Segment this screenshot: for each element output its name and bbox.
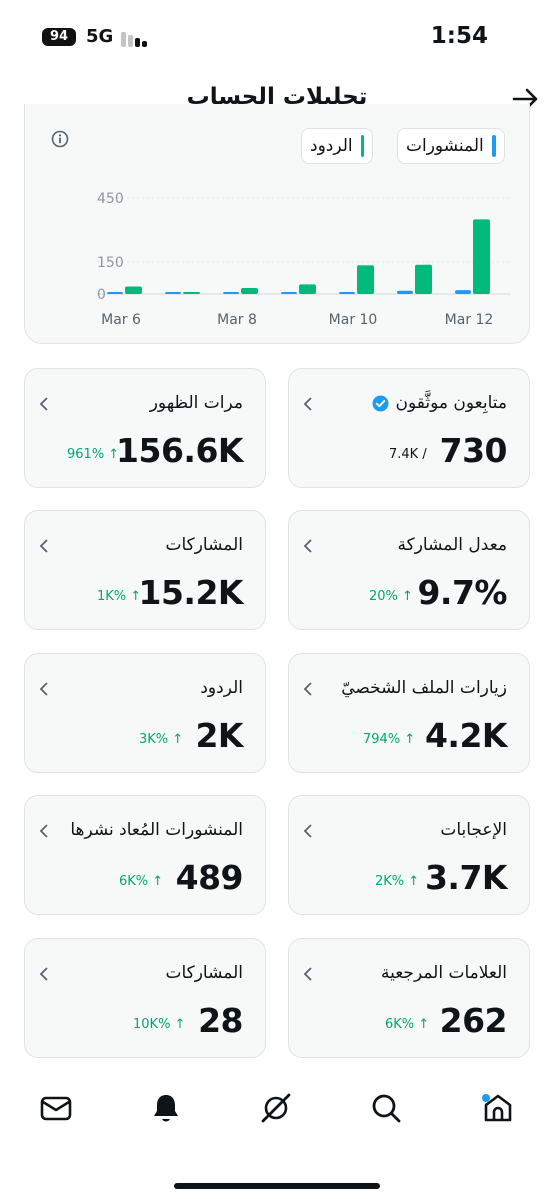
stat-delta: 1K% ↑	[97, 589, 142, 604]
notification-dot	[482, 1094, 490, 1102]
bar-posts	[339, 292, 355, 294]
stat-card-likes[interactable]: الإعجابات 3.7K 2K% ↑	[288, 795, 530, 915]
chevron-left-icon	[303, 824, 312, 838]
stat-card-profile-visits[interactable]: زيارات الملف الشخصيّ 4.2K 794% ↑	[288, 653, 530, 773]
bar-posts	[107, 292, 123, 294]
chevron-left-icon	[39, 539, 48, 553]
bar-posts	[165, 292, 181, 294]
stat-value: 2K	[195, 716, 243, 755]
stat-value: 489	[175, 858, 244, 897]
y-tick-label: 0	[97, 287, 106, 303]
stat-card-engagement-rate[interactable]: معدل المشاركة 9.7% 20% ↑	[288, 510, 530, 630]
bar-replies	[299, 284, 316, 294]
chevron-left-icon	[303, 539, 312, 553]
bar-posts	[281, 292, 297, 294]
x-tick-label: Mar 8	[217, 312, 257, 328]
stat-delta: 10K% ↑	[133, 1017, 186, 1032]
stat-value: 730	[439, 431, 508, 470]
stat-value: 9.7%	[417, 573, 507, 612]
stat-value: 4.2K	[424, 716, 508, 755]
legend-replies[interactable]: الردود	[301, 128, 373, 164]
stat-value: 15.2K	[138, 573, 244, 612]
stat-card-shares[interactable]: المشاركات 28 10K% ↑	[24, 938, 266, 1058]
stat-delta: 6K% ↑	[385, 1017, 430, 1032]
stat-label: متابِعون موثَّقون	[395, 393, 507, 413]
bell-icon[interactable]	[146, 1088, 186, 1128]
stat-value: 3.7K	[424, 858, 508, 897]
stat-card-engagements[interactable]: المشاركات 15.2K 1K% ↑	[24, 510, 266, 630]
bar-replies	[357, 265, 374, 294]
chevron-left-icon	[39, 682, 48, 696]
status-time: 1:54	[430, 23, 488, 49]
legend-replies-label: الردود	[310, 136, 353, 156]
signal-icon	[121, 31, 151, 47]
stat-card-replies[interactable]: الردود 2K 3K% ↑	[24, 653, 266, 773]
bar-replies	[415, 264, 432, 294]
posts-swatch	[491, 135, 496, 157]
stat-label: المشاركات	[165, 963, 243, 983]
chart-card: المنشورات الردود 450 150 0 Mar 6 Mar 8 Mar 10…	[24, 104, 530, 344]
battery-indicator: 94	[42, 28, 76, 46]
stat-delta: 20% ↑	[369, 589, 413, 604]
stat-delta: 794% ↑	[363, 732, 416, 747]
stat-delta: 961% ↑	[67, 447, 120, 462]
chevron-left-icon	[303, 682, 312, 696]
chevron-left-icon	[303, 967, 312, 981]
x-tick-label: Mar 6	[101, 312, 141, 328]
search-icon[interactable]	[366, 1088, 406, 1128]
network-type: 5G	[86, 26, 114, 47]
replies-swatch	[360, 135, 364, 157]
bar-replies	[241, 288, 258, 294]
bar-posts	[397, 290, 413, 294]
stat-total: 7.4K /	[389, 447, 427, 462]
bar-posts	[455, 290, 471, 294]
bar-replies	[183, 292, 200, 294]
stat-delta: 3K% ↑	[139, 732, 184, 747]
stat-label: المنشورات المُعاد نشرها	[70, 820, 243, 840]
info-icon[interactable]	[51, 130, 69, 148]
stat-value: 262	[439, 1001, 508, 1040]
stat-card-impressions[interactable]: مرات الظهور 156.6K 961% ↑	[24, 368, 266, 488]
grok-icon[interactable]	[256, 1088, 296, 1128]
stat-delta: 2K% ↑	[375, 874, 420, 889]
chevron-left-icon	[39, 967, 48, 981]
legend-posts[interactable]: المنشورات	[397, 128, 505, 164]
stat-label: الردود	[200, 678, 243, 698]
stat-card-reposts[interactable]: المنشورات المُعاد نشرها 489 6K% ↑	[24, 795, 266, 915]
x-tick-label: Mar 10	[329, 312, 378, 328]
stat-label: المشاركات	[165, 535, 243, 555]
chevron-left-icon	[303, 397, 312, 411]
stat-label: زيارات الملف الشخصيّ	[341, 678, 507, 698]
y-tick-label: 150	[97, 255, 124, 271]
stat-card-bookmarks[interactable]: العلامات المرجعية 262 6K% ↑	[288, 938, 530, 1058]
stat-delta: 6K% ↑	[119, 874, 164, 889]
stat-card-verified-followers[interactable]: متابِعون موثَّقون 730 7.4K /	[288, 368, 530, 488]
bar-replies	[125, 286, 142, 294]
engagement-chart: 450 150 0 Mar 6 Mar 8 Mar 10 Mar 12	[97, 191, 511, 328]
stat-value: 156.6K	[116, 431, 243, 470]
stat-label: مرات الظهور	[149, 393, 243, 413]
bottom-nav	[0, 1088, 554, 1148]
stat-label: معدل المشاركة	[397, 535, 507, 555]
x-tick-label: Mar 12	[445, 312, 494, 328]
y-tick-label: 450	[97, 191, 124, 207]
stat-label: العلامات المرجعية	[380, 963, 507, 983]
chevron-left-icon	[39, 824, 48, 838]
legend-posts-label: المنشورات	[406, 136, 484, 156]
home-indicator	[174, 1183, 380, 1189]
bar-replies	[473, 219, 490, 294]
stat-value: 28	[198, 1001, 243, 1040]
chevron-left-icon	[39, 397, 48, 411]
mail-icon[interactable]	[36, 1088, 76, 1128]
bar-posts	[223, 292, 239, 294]
stat-label: الإعجابات	[440, 820, 507, 840]
status-bar: 94 5G 1:54	[0, 0, 554, 72]
verified-badge-icon	[372, 395, 389, 411]
